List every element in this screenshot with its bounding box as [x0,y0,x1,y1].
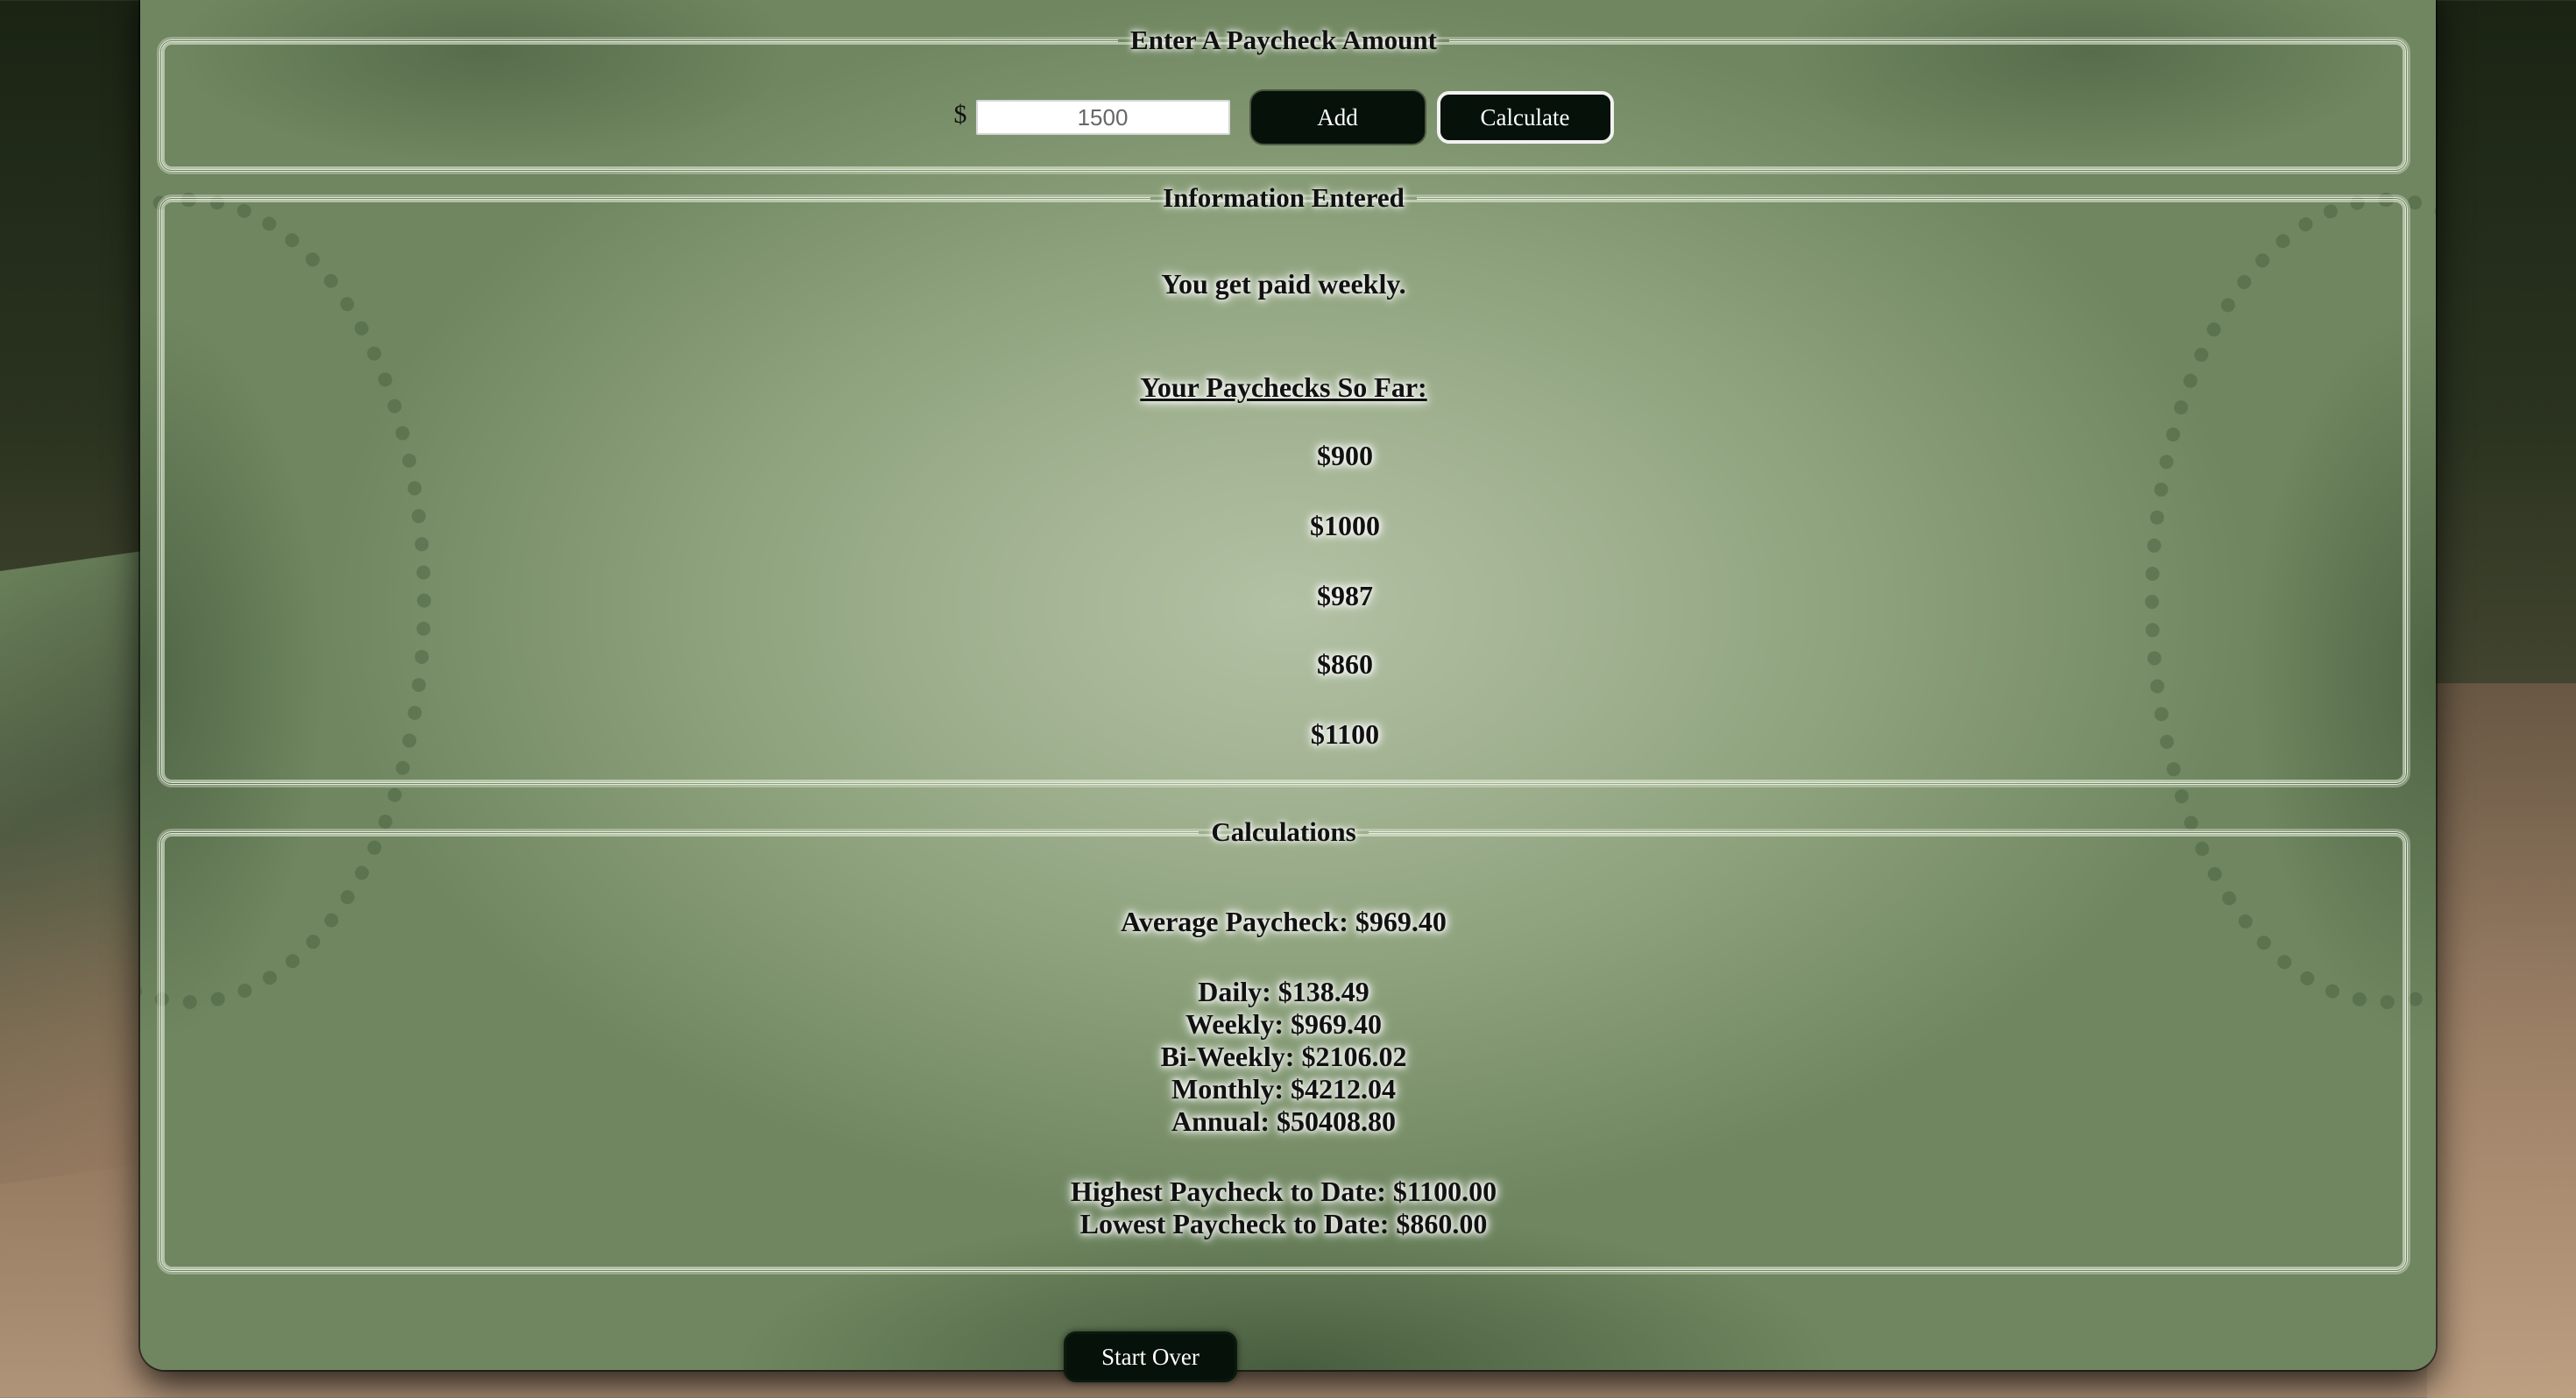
paycheck-entry-legend: Enter A Paycheck Amount [1130,25,1437,55]
paychecks-heading: Your Paychecks So Far: [1140,371,1427,403]
calculations-legend: Calculations [1211,816,1356,847]
monthly-amount-text: Monthly: $4212.04 [1171,1073,1396,1105]
paycheck-entry-section: Enter A Paycheck Amount $ Add Calculate [159,25,2408,172]
paycheck-list-item: $987 [1317,580,1373,611]
information-entered-legend: Information Entered [1163,182,1405,213]
paycheck-list-item: $860 [1317,648,1373,680]
biweekly-amount-text: Bi-Weekly: $2106.02 [1160,1041,1407,1072]
currency-symbol: $ [953,100,967,129]
paycheck-entry-row: $ Add Calculate [162,91,2405,144]
highest-paycheck-text: Highest Paycheck to Date: $1100.00 [1070,1176,1497,1207]
calculations-section: Calculations Average Paycheck: $969.40 D… [159,816,2408,1272]
paycheck-list-item: $900 [1317,440,1373,471]
pay-frequency-text: You get paid weekly. [1161,268,1406,300]
lowest-paycheck-text: Lowest Paycheck to Date: $860.00 [1079,1208,1488,1239]
daily-amount-text: Daily: $138.49 [1198,976,1369,1007]
annual-amount-text: Annual: $50408.80 [1171,1105,1397,1137]
background-table-left [0,550,149,1184]
background-table-right [2427,683,2576,1398]
paycheck-list-item: $1000 [1310,510,1380,541]
paycheck-amount-input[interactable] [975,100,1230,135]
average-paycheck-text: Average Paycheck: $969.40 [1121,906,1447,937]
paycheck-list-item: $1100 [1310,718,1380,750]
app-panel: Enter A Paycheck Amount $ Add Calculate … [140,0,2436,1370]
start-over-button[interactable]: Start Over [1064,1331,1237,1382]
calculate-button[interactable]: Calculate [1436,91,1614,144]
weekly-amount-text: Weekly: $969.40 [1185,1008,1382,1040]
add-button[interactable]: Add [1250,91,1425,144]
information-entered-section: Information Entered You get paid weekly.… [159,182,2408,785]
